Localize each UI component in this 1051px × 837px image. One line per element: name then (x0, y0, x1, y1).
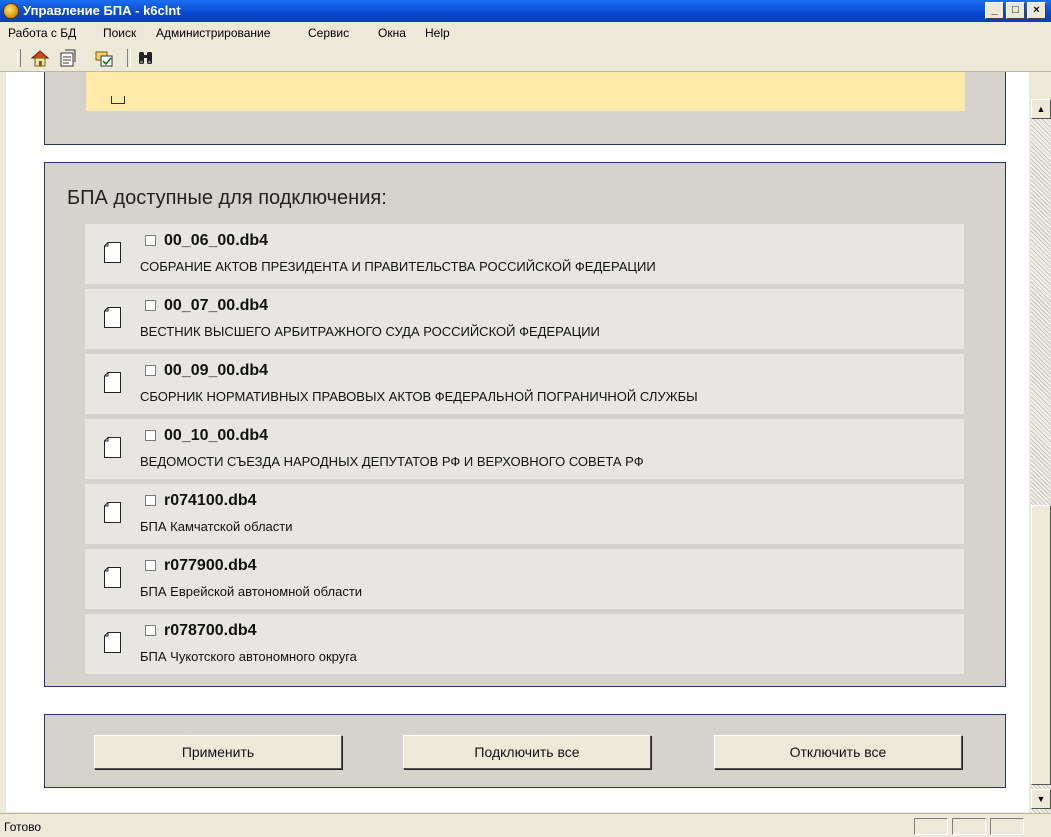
document-icon (104, 242, 121, 263)
db-description: ВЕСТНИК ВЫСШЕГО АРБИТРАЖНОГО СУДА РОССИЙ… (140, 324, 600, 339)
menu-search[interactable]: Поиск (103, 26, 136, 40)
document-icon (104, 567, 121, 588)
document-icon (104, 632, 121, 653)
connect-all-button[interactable]: Подключить все (403, 735, 651, 769)
db-filename: 00_06_00.db4 (164, 232, 269, 249)
db-list-item[interactable]: r077900.db4 БПА Еврейской автономной обла… (85, 549, 964, 609)
apply-button[interactable]: Применить (94, 735, 342, 769)
disconnect-all-button[interactable]: Отключить все (714, 735, 962, 769)
db-filename: 00_09_00.db4 (164, 362, 269, 379)
actions-panel: Применить Подключить все Отключить все (44, 714, 1006, 788)
database-icon[interactable] (58, 48, 78, 68)
db-list-item[interactable]: 00_09_00.db4 СБОРНИК НОРМАТИВНЫХ ПРАВОВЫХ… (85, 354, 964, 414)
window-title: Управление БПА - k6clnt (23, 3, 181, 18)
maximize-button[interactable]: □ (1006, 2, 1025, 19)
db-filename: 00_07_00.db4 (164, 297, 269, 314)
connected-panel (44, 72, 1006, 145)
menu-service[interactable]: Сервис (308, 26, 349, 40)
db-description: СБОРНИК НОРМАТИВНЫХ ПРАВОВЫХ АКТОВ ФЕДЕР… (140, 389, 698, 404)
db-list-item[interactable]: r074100.db4 БПА Камчатской области (85, 484, 964, 544)
db-list-item[interactable]: r078700.db4 БПА Чукотского автономного ок… (85, 614, 964, 674)
menu-help[interactable]: Help (425, 26, 450, 40)
toolbar-separator (127, 49, 131, 67)
db-description: ВЕДОМОСТИ СЪЕЗДА НАРОДНЫХ ДЕПУТАТОВ РФ И… (140, 454, 644, 469)
db-checkbox[interactable] (145, 560, 156, 571)
db-checkbox[interactable] (145, 235, 156, 246)
db-description: СОБРАНИЕ АКТОВ ПРЕЗИДЕНТА И ПРАВИТЕЛЬСТВ… (140, 259, 656, 274)
close-button[interactable]: × (1027, 2, 1046, 19)
document-icon (104, 437, 121, 458)
scroll-up-button[interactable]: ▲ (1031, 99, 1051, 119)
db-filename: r077900.db4 (164, 557, 257, 574)
toolbar-grip[interactable] (17, 49, 21, 67)
title-bar[interactable]: Управление БПА - k6clnt _ □ × (0, 0, 1051, 22)
file-icon (111, 96, 125, 104)
db-list-item[interactable]: 00_06_00.db4 СОБРАНИЕ АКТОВ ПРЕЗИДЕНТА И … (85, 224, 964, 284)
home-icon[interactable] (30, 48, 50, 68)
db-checkbox[interactable] (145, 625, 156, 636)
app-icon (3, 3, 19, 19)
db-list-item[interactable]: 00_07_00.db4 ВЕСТНИК ВЫСШЕГО АРБИТРАЖНОГО… (85, 289, 964, 349)
content-area: БПА доступные для подключения: 00_06_00.… (6, 72, 1029, 812)
db-description: БПА Камчатской области (140, 519, 293, 534)
status-cell (952, 818, 986, 835)
db-description: БПА Еврейской автономной области (140, 584, 363, 599)
document-icon (104, 502, 121, 523)
available-panel-title: БПА доступные для подключения: (67, 187, 387, 209)
toolbar (0, 45, 1051, 72)
db-filename: r074100.db4 (164, 492, 257, 509)
connected-item-highlight (86, 72, 965, 111)
menu-administration[interactable]: Администрирование (156, 26, 270, 40)
db-filename: r078700.db4 (164, 622, 257, 639)
status-bar: Готово (0, 813, 1051, 837)
db-checkbox[interactable] (145, 495, 156, 506)
menu-windows[interactable]: Окна (378, 26, 406, 40)
minimize-button[interactable]: _ (985, 2, 1004, 19)
select-icon[interactable] (94, 48, 114, 68)
status-cell (914, 818, 948, 835)
window-controls: _ □ × (985, 2, 1048, 20)
document-icon (104, 372, 121, 393)
db-checkbox[interactable] (145, 300, 156, 311)
db-list-item[interactable]: 00_10_00.db4 ВЕДОМОСТИ СЪЕЗДА НАРОДНЫХ ДЕ… (85, 419, 964, 479)
vertical-scrollbar[interactable]: ▲ ▼ (1031, 99, 1051, 813)
db-checkbox[interactable] (145, 430, 156, 441)
db-filename: 00_10_00.db4 (164, 427, 269, 444)
available-panel: БПА доступные для подключения: 00_06_00.… (44, 162, 1006, 687)
app-window: Управление БПА - k6clnt _ □ × Работа с Б… (0, 0, 1051, 837)
scroll-down-button[interactable]: ▼ (1031, 789, 1051, 809)
document-icon (104, 307, 121, 328)
scroll-thumb[interactable] (1031, 505, 1051, 785)
status-text: Готово (4, 820, 42, 834)
binoculars-icon[interactable] (136, 48, 156, 68)
menu-bar: Работа с БД Поиск Администрирование Серв… (0, 22, 1051, 45)
db-description: БПА Чукотского автономного округа (140, 649, 357, 664)
db-checkbox[interactable] (145, 365, 156, 376)
menu-database[interactable]: Работа с БД (8, 26, 76, 40)
status-cell (990, 818, 1024, 835)
